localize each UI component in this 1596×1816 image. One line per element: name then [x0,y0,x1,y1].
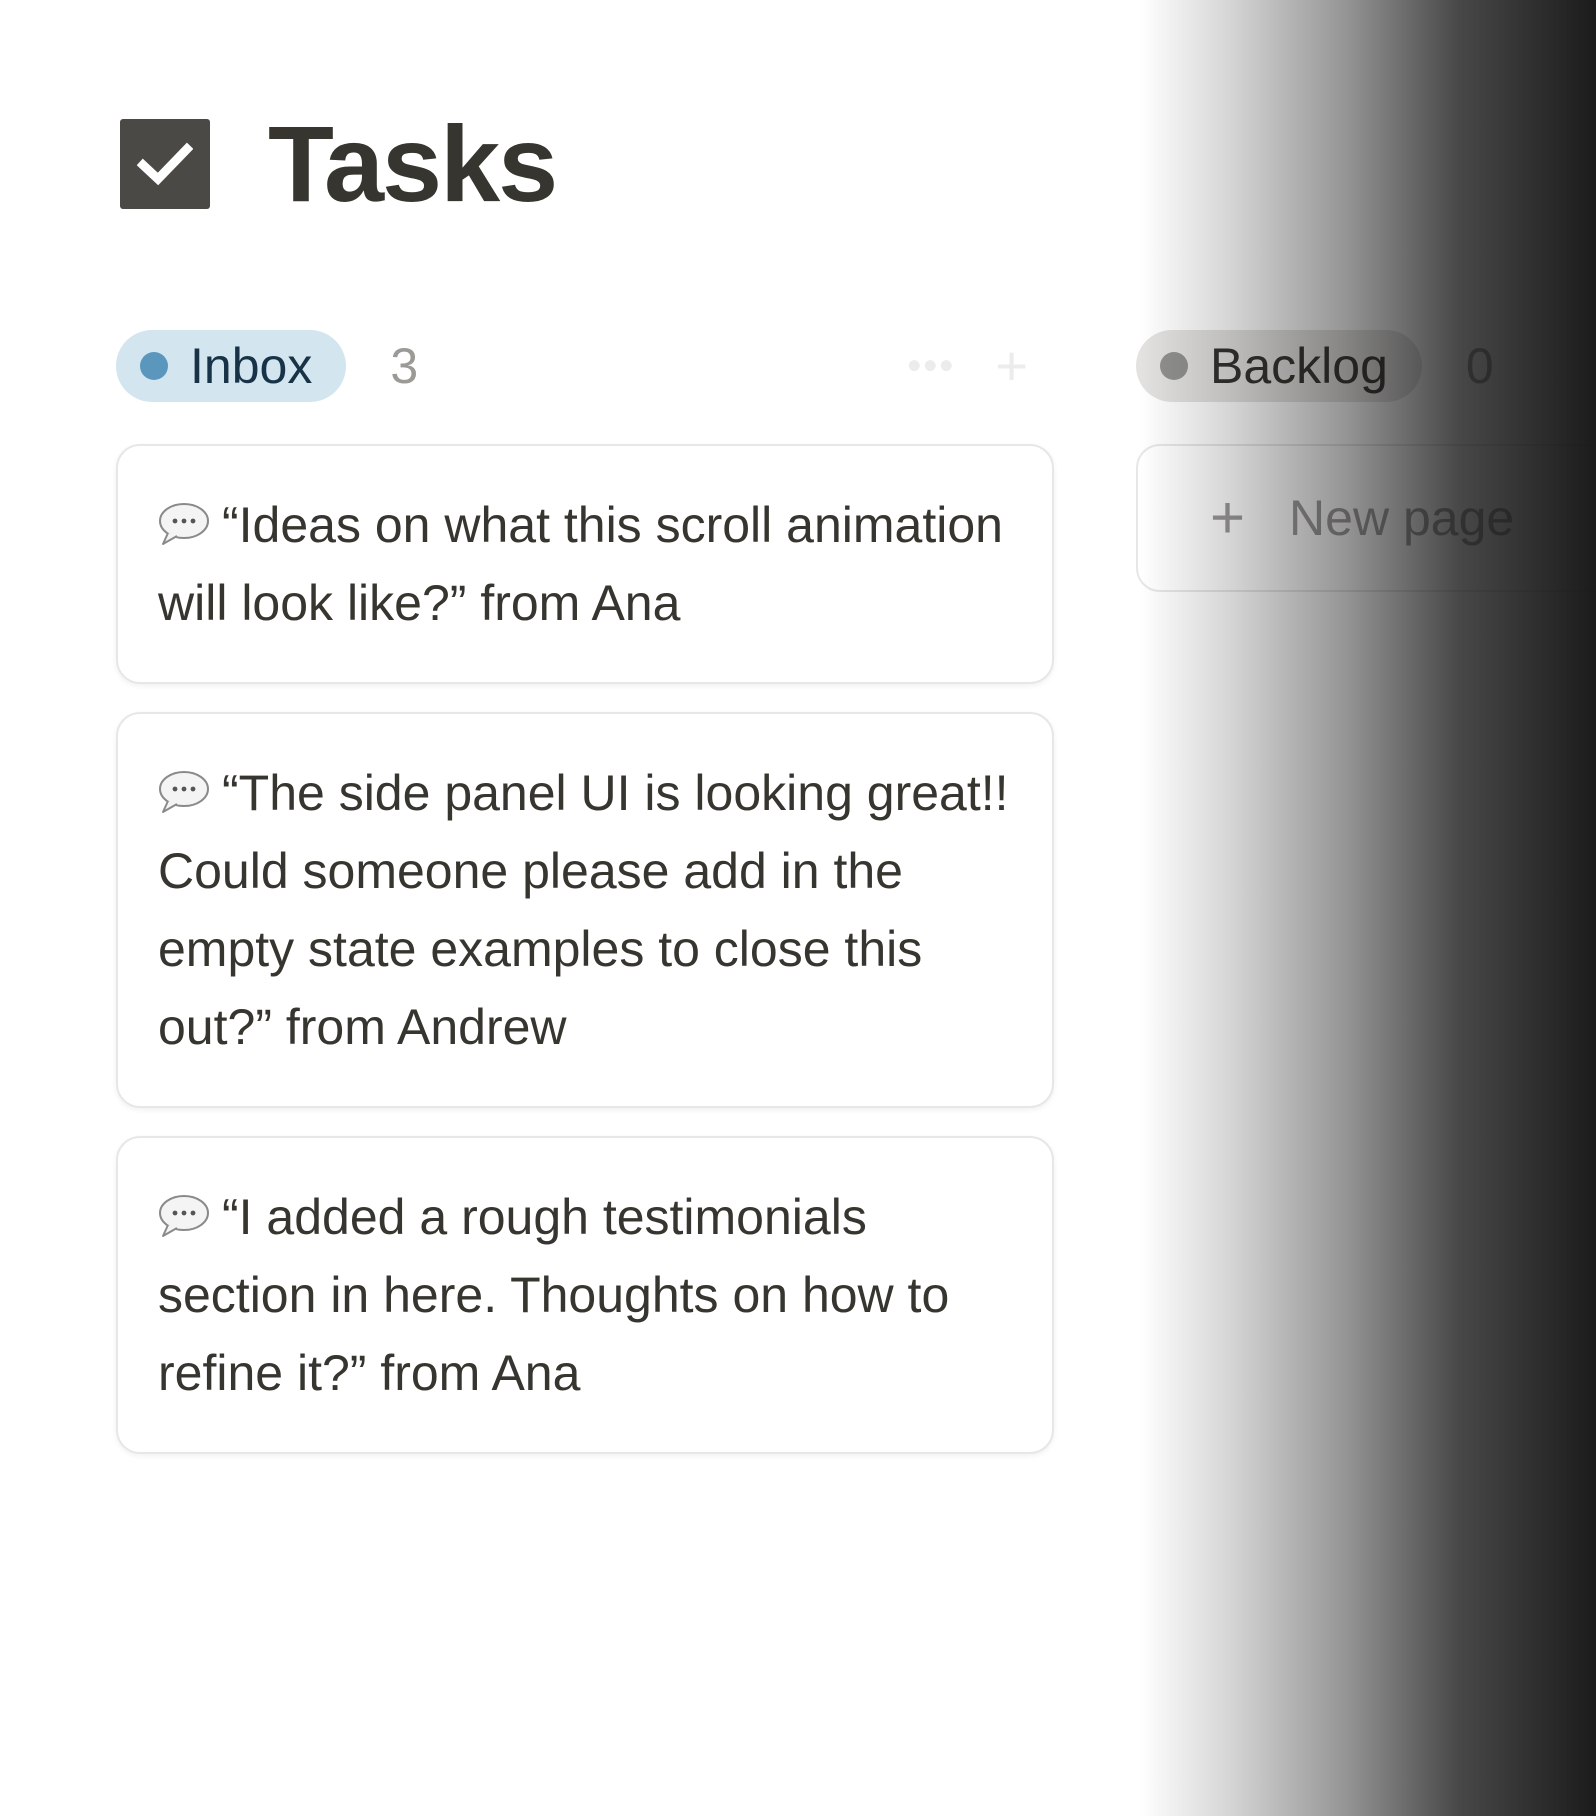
status-dot [1160,352,1188,380]
board-column-backlog: Backlog 0 + New page [1136,330,1596,592]
card-text: “The side panel UI is looking great!! Co… [158,765,1009,1055]
checkbox-icon [120,119,210,209]
column-count: 3 [390,338,419,394]
status-pill-backlog[interactable]: Backlog [1136,330,1422,402]
new-page-label: New page [1289,490,1515,546]
page-title: Tasks [268,103,558,224]
column-title: Inbox [190,338,313,394]
column-actions: ••• + [907,330,1028,402]
column-header: Inbox 3 ••• + [116,330,1054,402]
add-card-icon[interactable]: + [995,338,1028,394]
status-dot [140,352,168,380]
column-header: Backlog 0 [1136,330,1596,402]
page: Tasks Inbox 3 ••• + “Ideas on what this … [0,0,1596,1816]
board-card[interactable]: “Ideas on what this scroll animation wil… [116,444,1054,684]
board-column-inbox: Inbox 3 ••• + “Ideas on what this scroll… [116,330,1054,1454]
speech-bubble-icon [158,758,210,813]
board-card[interactable]: “I added a rough testimonials section in… [116,1136,1054,1454]
status-pill-inbox[interactable]: Inbox [116,330,347,402]
speech-bubble-icon [158,1182,210,1237]
column-title: Backlog [1210,338,1388,394]
edge-fade-overlay [1140,0,1596,1816]
board-card[interactable]: “The side panel UI is looking great!! Co… [116,712,1054,1108]
speech-bubble-icon [158,490,210,545]
plus-icon: + [1210,484,1246,551]
card-text: “Ideas on what this scroll animation wil… [158,497,1003,631]
new-page-button[interactable]: + New page [1136,444,1596,592]
more-options-icon[interactable]: ••• [907,346,955,386]
card-list: “Ideas on what this scroll animation wil… [116,444,1054,1454]
page-header: Tasks [120,103,558,224]
card-text: “I added a rough testimonials section in… [158,1189,950,1401]
column-count: 0 [1465,338,1494,394]
